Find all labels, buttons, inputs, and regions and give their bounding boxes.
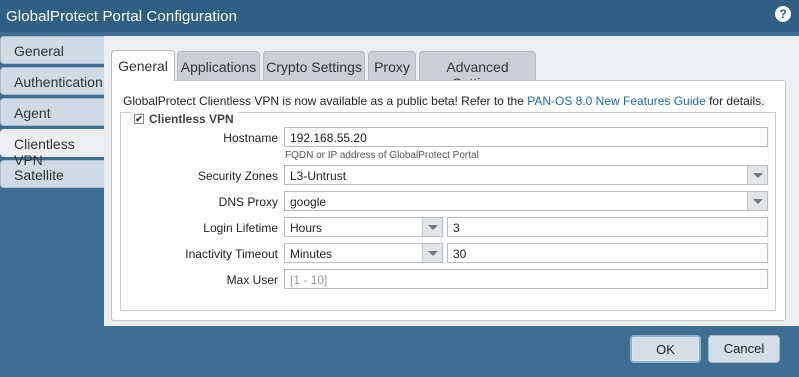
tab-crypto-settings[interactable]: Crypto Settings — [263, 51, 365, 80]
inactivity-timeout-unit: Minutes — [290, 247, 333, 261]
notice-text-suffix: for details. — [705, 94, 765, 108]
clientless-vpn-group: ✔ Clientless VPN Hostname 192.168.55.20 … — [120, 112, 776, 311]
cancel-button[interactable]: Cancel — [708, 335, 780, 363]
sidebar-item-authentication[interactable]: Authentication — [0, 67, 104, 95]
security-zones-label: Security Zones — [197, 169, 278, 183]
sidebar-item-general[interactable]: General — [0, 36, 104, 64]
max-user-input[interactable]: [1 - 10] — [284, 269, 768, 289]
chevron-down-icon[interactable] — [747, 192, 767, 210]
tab-proxy[interactable]: Proxy — [368, 51, 416, 80]
inactivity-timeout-input[interactable]: 30 — [447, 243, 768, 263]
ok-button[interactable]: OK — [630, 335, 701, 363]
login-lifetime-label: Login Lifetime — [203, 221, 278, 235]
max-user-label: Max User — [226, 273, 278, 287]
login-lifetime-unit-select[interactable]: Hours — [284, 217, 443, 237]
clientless-vpn-label: Clientless VPN — [149, 112, 234, 126]
title-bar: GlobalProtect Portal Configuration ? — [0, 0, 799, 32]
inactivity-timeout-label: Inactivity Timeout — [185, 247, 278, 261]
help-icon[interactable]: ? — [775, 6, 791, 22]
tab-panel: GlobalProtect Clientless VPN is now avai… — [111, 80, 786, 321]
login-lifetime-input[interactable]: 3 — [447, 217, 768, 237]
sidebar-item-clientless-vpn[interactable]: Clientless VPN — [0, 129, 104, 168]
clientless-vpn-checkbox[interactable]: ✔ — [134, 114, 144, 124]
dns-proxy-label: DNS Proxy — [218, 195, 278, 209]
login-lifetime-unit: Hours — [290, 221, 323, 235]
main-content: General Applications Crypto Settings Pro… — [104, 36, 799, 326]
security-zones-select[interactable]: L3-Untrust — [284, 165, 768, 185]
inactivity-timeout-unit-select[interactable]: Minutes — [284, 243, 443, 263]
chevron-down-icon[interactable] — [422, 244, 442, 262]
hostname-input[interactable]: 192.168.55.20 — [284, 127, 768, 147]
tab-advanced-settings[interactable]: Advanced Settings — [419, 51, 536, 91]
tab-applications[interactable]: Applications — [177, 51, 260, 80]
chevron-down-icon[interactable] — [747, 166, 767, 184]
beta-notice: GlobalProtect Clientless VPN is now avai… — [123, 94, 764, 108]
hostname-label: Hostname — [223, 131, 278, 145]
features-guide-link[interactable]: PAN-OS 8.0 New Features Guide — [527, 94, 706, 108]
chevron-down-icon[interactable] — [422, 218, 442, 236]
window-title: GlobalProtect Portal Configuration — [6, 8, 238, 25]
notice-text-prefix: GlobalProtect Clientless VPN is now avai… — [123, 94, 528, 108]
sidebar: General Authentication Agent Clientless … — [0, 36, 104, 191]
clientless-vpn-legend: ✔ Clientless VPN — [131, 112, 237, 126]
hostname-helper: FQDN or IP address of GlobalProtect Port… — [285, 150, 479, 161]
dns-proxy-select[interactable]: google — [284, 191, 768, 211]
tab-general[interactable]: General — [111, 50, 175, 81]
sidebar-item-agent[interactable]: Agent — [0, 98, 104, 126]
dns-proxy-value: google — [290, 195, 327, 209]
security-zones-value: L3-Untrust — [290, 169, 347, 183]
